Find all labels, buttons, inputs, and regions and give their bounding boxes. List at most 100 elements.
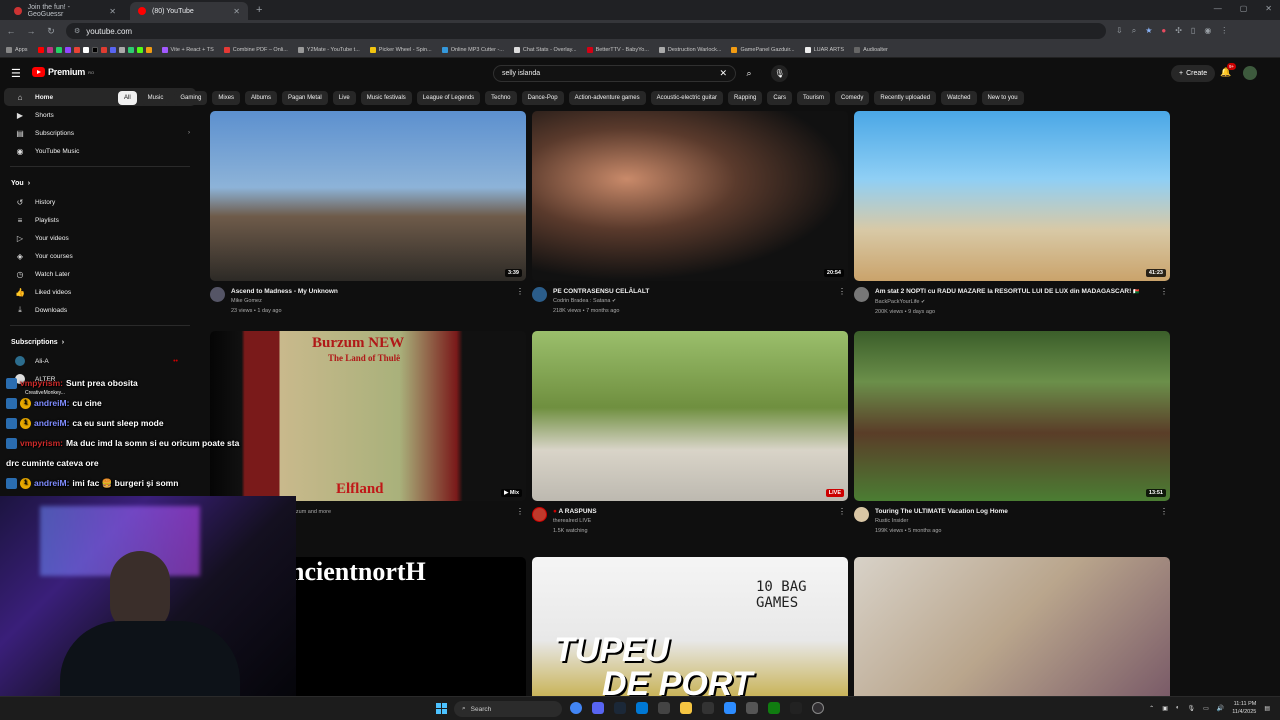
video-card[interactable]: 10 BAG GAMES TUPEU DE PORT [532, 557, 848, 696]
chip[interactable]: Comedy [835, 91, 870, 105]
video-card[interactable]: 13:51 Touring The ULTIMATE Vacation Log … [854, 331, 1170, 536]
chip[interactable]: Recently uploaded [874, 91, 937, 105]
minimize-icon[interactable]: — [1214, 4, 1222, 13]
chip[interactable]: Mixes [212, 91, 241, 105]
tab-youtube[interactable]: (80) YouTube ✕ [130, 2, 248, 20]
mic-icon[interactable]: 🎙 [1187, 705, 1195, 712]
app-icon[interactable] [746, 702, 758, 714]
app-icon[interactable] [724, 702, 736, 714]
video-card[interactable]: 20:54 PE CONTRASENSU CELĂLALT Codrin Bra… [532, 111, 848, 316]
bookmark-betterttv[interactable]: BetterTTV - BabyYo... [586, 46, 649, 53]
channel-name[interactable]: Rustic Insider [875, 516, 1170, 526]
clock[interactable]: 11:11 PM 11/4/2025 [1232, 700, 1256, 716]
file-explorer-icon[interactable] [680, 702, 692, 714]
more-options-icon[interactable]: ⋮ [516, 507, 524, 516]
app-icon[interactable] [790, 702, 802, 714]
mic-icon[interactable]: 🎙 [771, 65, 788, 82]
bookmark-icon[interactable] [37, 46, 44, 53]
video-thumbnail[interactable]: LIVE [532, 331, 848, 501]
bookmark-star-icon[interactable]: ★ [1145, 26, 1152, 36]
chip[interactable]: Gaming [174, 91, 208, 105]
more-options-icon[interactable]: ⋮ [516, 287, 524, 296]
search-input[interactable]: selly islanda ✕ [493, 65, 736, 82]
forward-icon[interactable]: → [26, 26, 36, 36]
chip[interactable]: Music [141, 91, 170, 105]
video-thumbnail[interactable]: 20:54 [532, 111, 848, 281]
site-info-icon[interactable]: ⚙ [74, 27, 80, 35]
bookmark-audioalter[interactable]: Audioalter [854, 46, 888, 53]
install-icon[interactable]: ⇩ [1116, 26, 1123, 36]
channel-name[interactable]: BackPackYourLife ✔ [875, 297, 1170, 307]
back-icon[interactable]: ← [6, 26, 16, 36]
video-card[interactable]: 3:39 Ascend to Madness - My Unknown Mike… [210, 111, 526, 316]
bookmark-gamepanel[interactable]: GamePanel Gazduir... [731, 46, 795, 53]
chevron-up-icon[interactable]: ⌃ [1149, 705, 1154, 712]
reload-icon[interactable]: ↻ [46, 26, 56, 37]
hamburger-menu-icon[interactable]: ☰ [11, 67, 21, 80]
video-title[interactable]: Touring The ULTIMATE Vacation Log Home [875, 507, 1170, 516]
chip[interactable]: Acoustic-electric guitar [650, 91, 723, 105]
chip[interactable]: Albums [245, 91, 278, 105]
bookmark-icon[interactable] [100, 46, 107, 53]
sidebar-item-playlists[interactable]: ≡ Playlists [4, 211, 196, 229]
bookmark-chat-stats[interactable]: Chat Stats - Overlay... [513, 46, 577, 53]
avatar[interactable] [1243, 66, 1257, 80]
chip-all[interactable]: All [118, 91, 137, 105]
close-tab-icon[interactable]: ✕ [109, 7, 116, 16]
chip[interactable]: Dance-Pop [521, 91, 564, 105]
video-title[interactable]: Am stat 2 NOPTI cu RADU MAZARE la RESORT… [875, 287, 1170, 297]
windows-start-icon[interactable] [436, 703, 447, 714]
video-title[interactable]: PE CONTRASENSU CELĂLALT [553, 287, 848, 296]
chip[interactable]: New to you [981, 91, 1024, 105]
create-button[interactable]: + Create [1171, 65, 1216, 82]
volume-icon[interactable]: 🔊 [1217, 705, 1224, 712]
chip[interactable]: Cars [767, 91, 792, 105]
chip[interactable]: Techno [485, 91, 517, 105]
bookmark-vite[interactable]: Vite + React + TS [161, 46, 214, 53]
new-tab-button[interactable]: + [256, 4, 262, 16]
video-thumbnail[interactable]: 41:23 [854, 111, 1170, 281]
video-card[interactable] [854, 557, 1170, 696]
puzzle-icon[interactable]: ✣ [1175, 26, 1182, 36]
taskbar-search[interactable]: ⌕ Search [454, 701, 562, 717]
bookmark-icon[interactable] [118, 46, 125, 53]
more-options-icon[interactable]: ⋮ [1160, 287, 1168, 296]
video-thumbnail[interactable]: 13:51 [854, 331, 1170, 501]
channel-name[interactable]: Codrin Bradea : Satana ✔ [553, 296, 848, 306]
sidebar-item-history[interactable]: ↺ History [4, 193, 196, 211]
bookmark-icon[interactable] [127, 46, 134, 53]
sidebar-icon[interactable]: ▯ [1191, 26, 1195, 36]
sidebar-item-subscriptions[interactable]: ▤ Subscriptions › [4, 124, 196, 142]
bookmark-icon[interactable] [82, 46, 89, 53]
discord-icon[interactable] [592, 702, 604, 714]
sidebar-item-youtube-music[interactable]: ◉ YouTube Music [4, 142, 196, 160]
sidebar-item-downloads[interactable]: ⤓ Downloads [4, 301, 196, 319]
bookmark-icon[interactable] [145, 46, 152, 53]
obs-icon[interactable] [812, 702, 824, 714]
clear-search-icon[interactable]: ✕ [719, 68, 727, 79]
chip[interactable]: Live [332, 91, 356, 105]
more-options-icon[interactable]: ⋮ [838, 507, 846, 516]
sidebar-section-you[interactable]: You › [0, 173, 200, 193]
chip[interactable]: Watched [941, 91, 977, 105]
tray-app-icon[interactable]: ◐ [1176, 705, 1180, 711]
bookmark-icon[interactable] [64, 46, 71, 53]
chip[interactable]: Pagan Metal [282, 91, 328, 105]
calculator-icon[interactable] [658, 702, 670, 714]
extension-icon[interactable]: ● [1161, 26, 1166, 36]
bookmark-icon[interactable] [46, 46, 53, 53]
live-card[interactable]: LIVE ● A RASPUNS therealred LIVE 1.5K wa… [532, 331, 848, 536]
profile-icon[interactable]: ◉ [1204, 26, 1211, 36]
channel-name[interactable]: Mike Gomez [231, 296, 526, 306]
bookmark-icon[interactable] [109, 46, 116, 53]
chip[interactable]: Tourism [797, 91, 831, 105]
tab-geoguessr[interactable]: Join the fun! - GeoGuessr ✕ [6, 2, 124, 20]
video-thumbnail[interactable] [854, 557, 1170, 696]
channel-avatar-live[interactable] [532, 507, 547, 522]
app-icon[interactable] [702, 702, 714, 714]
bookmark-icon[interactable] [136, 46, 143, 53]
channel-name[interactable]: therealred LIVE [553, 516, 848, 526]
bookmark-combine-pdf[interactable]: Combine PDF – Onli... [223, 46, 288, 53]
bookmark-icon[interactable] [73, 46, 80, 53]
youtube-logo[interactable]: Premium RO [32, 67, 94, 77]
